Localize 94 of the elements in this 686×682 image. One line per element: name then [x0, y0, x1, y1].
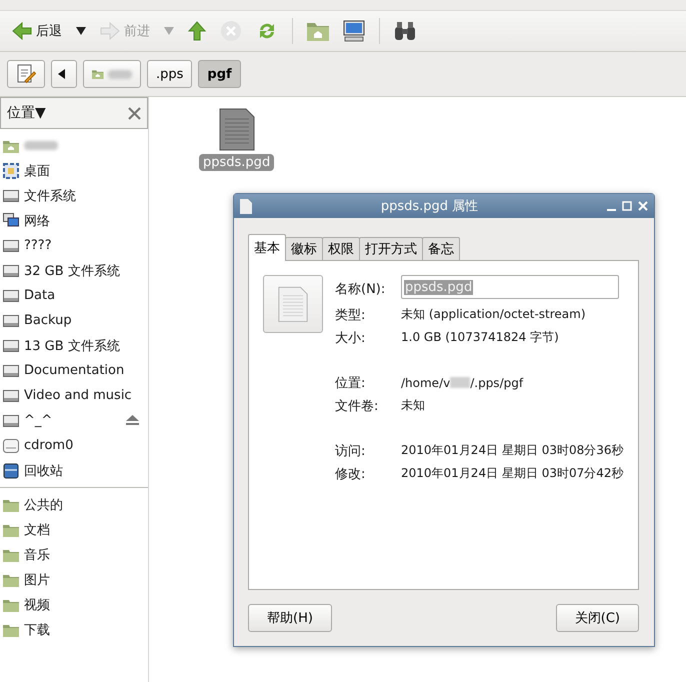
document-icon [240, 198, 252, 214]
drive-icon [3, 338, 19, 352]
sidebar-item[interactable]: Backup [0, 308, 148, 333]
sidebar-item[interactable]: 桌面 [0, 158, 148, 183]
trash-icon [3, 462, 19, 478]
dropdown-arrow-icon [76, 27, 86, 35]
home-folder-icon [3, 138, 19, 152]
field-value: 2010年01月24日 星期日 03时08分36秒 [401, 442, 625, 459]
sidebar-item[interactable]: 图片 [0, 567, 148, 592]
sidebar-item[interactable]: 13 GB 文件系统 [0, 333, 148, 358]
field-label: 位置: [335, 374, 366, 392]
sidebar-item[interactable]: Video and music [0, 383, 148, 408]
dropdown-arrow-icon [164, 27, 174, 35]
up-arrow-icon [188, 21, 206, 41]
drive-icon [3, 414, 19, 428]
field-label: 大小: [335, 330, 366, 348]
back-button[interactable]: 后退 [8, 20, 66, 42]
field-value: 未知 [401, 397, 426, 414]
redaction-mark [108, 70, 132, 78]
drive-icon [3, 264, 19, 278]
minimize-icon [607, 208, 616, 210]
edit-location-button[interactable] [7, 60, 45, 88]
tab[interactable]: 备忘 [422, 237, 460, 261]
field-value: 2010年01月24日 星期日 03时07分42秒 [401, 465, 625, 482]
drive-icon [3, 388, 19, 402]
document-icon [218, 107, 255, 151]
sidebar-item[interactable]: 下载 [0, 617, 148, 642]
sidebar-item[interactable]: Documentation [0, 358, 148, 383]
maximize-button[interactable] [622, 201, 632, 211]
binoculars-icon [394, 21, 416, 41]
folder-icon [3, 622, 19, 636]
sidebar-item[interactable]: 网络 [0, 208, 148, 233]
computer-icon [343, 20, 365, 42]
pencil-note-icon [16, 64, 36, 84]
sidebar-item[interactable]: 视频 [0, 592, 148, 617]
sidebar-item[interactable]: 文档 [0, 517, 148, 542]
field-value: 未知 (application/octet-stream) [401, 306, 587, 323]
forward-arrow-icon [100, 22, 120, 40]
drive-icon [3, 288, 19, 302]
field-label: 修改: [335, 466, 366, 484]
sidebar-item[interactable]: Data [0, 283, 148, 308]
drive-icon [3, 238, 19, 252]
close-button[interactable] [638, 201, 648, 211]
sidebar-item[interactable]: ???? [0, 233, 148, 258]
tab[interactable]: 权限 [322, 237, 360, 261]
eject-icon[interactable] [126, 415, 139, 426]
tab[interactable]: 打开方式 [359, 237, 423, 261]
network-icon [3, 213, 19, 228]
field-label: 文件卷: [335, 398, 380, 416]
home-folder-icon [307, 21, 329, 41]
sidebar-item[interactable]: 文件系统 [0, 183, 148, 208]
sidebar-item[interactable]: 32 GB 文件系统 [0, 258, 148, 283]
folder-icon [3, 572, 19, 586]
folder-icon [3, 522, 19, 536]
stop-icon [220, 20, 242, 42]
desktop-icon [3, 162, 19, 178]
sidebar-item[interactable]: 公共的 [0, 492, 148, 517]
left-arrow-icon [58, 69, 65, 79]
sidebar-item[interactable]: 音乐 [0, 542, 148, 567]
close-dialog-button[interactable]: 关闭(C) [556, 604, 639, 632]
tab[interactable]: 徽标 [285, 237, 323, 261]
field-label: 类型: [335, 306, 366, 324]
field-label: 名称(N): [335, 281, 386, 299]
document-icon [278, 285, 308, 323]
close-icon [638, 201, 648, 211]
maximize-icon [622, 201, 632, 211]
field-value: /home/v [401, 376, 450, 390]
path-crumb[interactable] [83, 60, 141, 88]
tab[interactable]: 基本 [248, 234, 286, 261]
dialog-title: ppsds.pgd 属性 [380, 198, 480, 215]
redaction-mark [450, 377, 470, 388]
drive-icon [3, 188, 19, 202]
back-arrow-icon [12, 22, 32, 40]
file-icon-button[interactable] [263, 275, 323, 333]
folder-icon [3, 548, 19, 562]
close-icon[interactable] [128, 106, 141, 120]
help-button[interactable]: 帮助(H) [248, 604, 332, 632]
folder-icon [3, 498, 19, 512]
drive-icon [3, 364, 19, 378]
field-label: 访问: [335, 442, 366, 460]
sidebar-header[interactable]: 位置▼ [0, 97, 148, 129]
folder-icon [3, 598, 19, 612]
optical-drive-icon [3, 438, 19, 454]
sidebar-item[interactable]: cdrom0 [0, 433, 148, 458]
drive-icon [3, 314, 19, 328]
places-menu[interactable]: 位置▼ [7, 104, 46, 122]
path-crumb[interactable]: pgf [198, 60, 241, 88]
sidebar-item[interactable]: 回收站 [0, 458, 148, 483]
scroll-left-button[interactable] [51, 60, 77, 88]
field-value: /.pps/pgf [470, 376, 524, 390]
sidebar-item[interactable]: ^_^ [0, 408, 148, 433]
field-value: 1.0 GB (1073741824 字节) [401, 329, 560, 346]
path-crumb[interactable]: .pps [147, 60, 192, 88]
redaction-mark [24, 141, 58, 150]
